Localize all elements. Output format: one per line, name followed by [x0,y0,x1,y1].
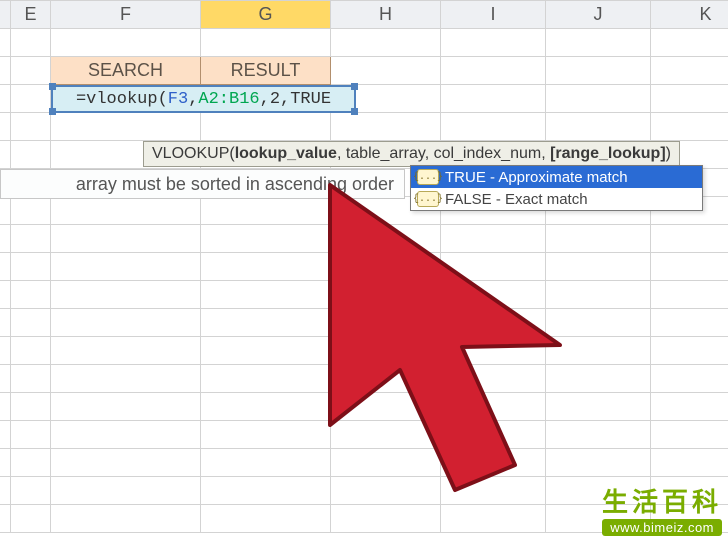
column-header-row: D E F G H I J K [0,1,728,29]
table-row[interactable] [0,337,728,365]
col-header-E[interactable]: E [11,1,51,29]
autocomplete-option-label: TRUE - Approximate match [445,169,628,186]
table-row[interactable] [0,113,728,141]
spreadsheet-grid[interactable]: D E F G H I J K SEARCH RESULT =vlookup(F… [0,0,728,533]
table-row[interactable] [0,421,728,449]
col-header-J[interactable]: J [546,1,651,29]
formula-edit-box[interactable]: =vlookup(F3,A2:B16,2,TRUE [51,85,356,113]
cell-search-label[interactable]: SEARCH [51,57,201,85]
col-header-H[interactable]: H [331,1,441,29]
table-row[interactable] [0,309,728,337]
cell-result-label[interactable]: RESULT [201,57,331,85]
function-signature-tooltip: VLOOKUP(lookup_value, table_array, col_i… [143,141,680,167]
autocomplete-dropdown[interactable]: {...} TRUE - Approximate match {...} FAL… [410,165,703,211]
watermark-title: 生活百科 [602,482,722,519]
watermark: 生活百科 www.bimeiz.com [602,482,722,536]
col-header-I[interactable]: I [441,1,546,29]
table-row[interactable] [0,365,728,393]
autocomplete-option-false[interactable]: {...} FALSE - Exact match [411,188,702,210]
table-row[interactable]: SEARCH RESULT [0,57,728,85]
table-row[interactable]: =vlookup(F3,A2:B16,2,TRUE [0,85,728,113]
col-header-D[interactable]: D [0,1,11,29]
col-header-G[interactable]: G [201,1,331,29]
table-row[interactable] [0,225,728,253]
col-header-K[interactable]: K [651,1,728,29]
col-header-F[interactable]: F [51,1,201,29]
table-row[interactable] [0,281,728,309]
table-row[interactable] [0,449,728,477]
constant-icon: {...} [417,169,439,185]
constant-icon: {...} [417,191,439,207]
formula-text: =vlookup(F3,A2:B16,2,TRUE [76,90,331,109]
table-row[interactable] [0,393,728,421]
autocomplete-option-true[interactable]: {...} TRUE - Approximate match [411,166,702,188]
sort-hint-bar: array must be sorted in ascending order [0,169,405,199]
watermark-url: www.bimeiz.com [602,519,722,536]
table-row[interactable] [0,253,728,281]
autocomplete-option-label: FALSE - Exact match [445,191,588,208]
table-row[interactable] [0,29,728,57]
